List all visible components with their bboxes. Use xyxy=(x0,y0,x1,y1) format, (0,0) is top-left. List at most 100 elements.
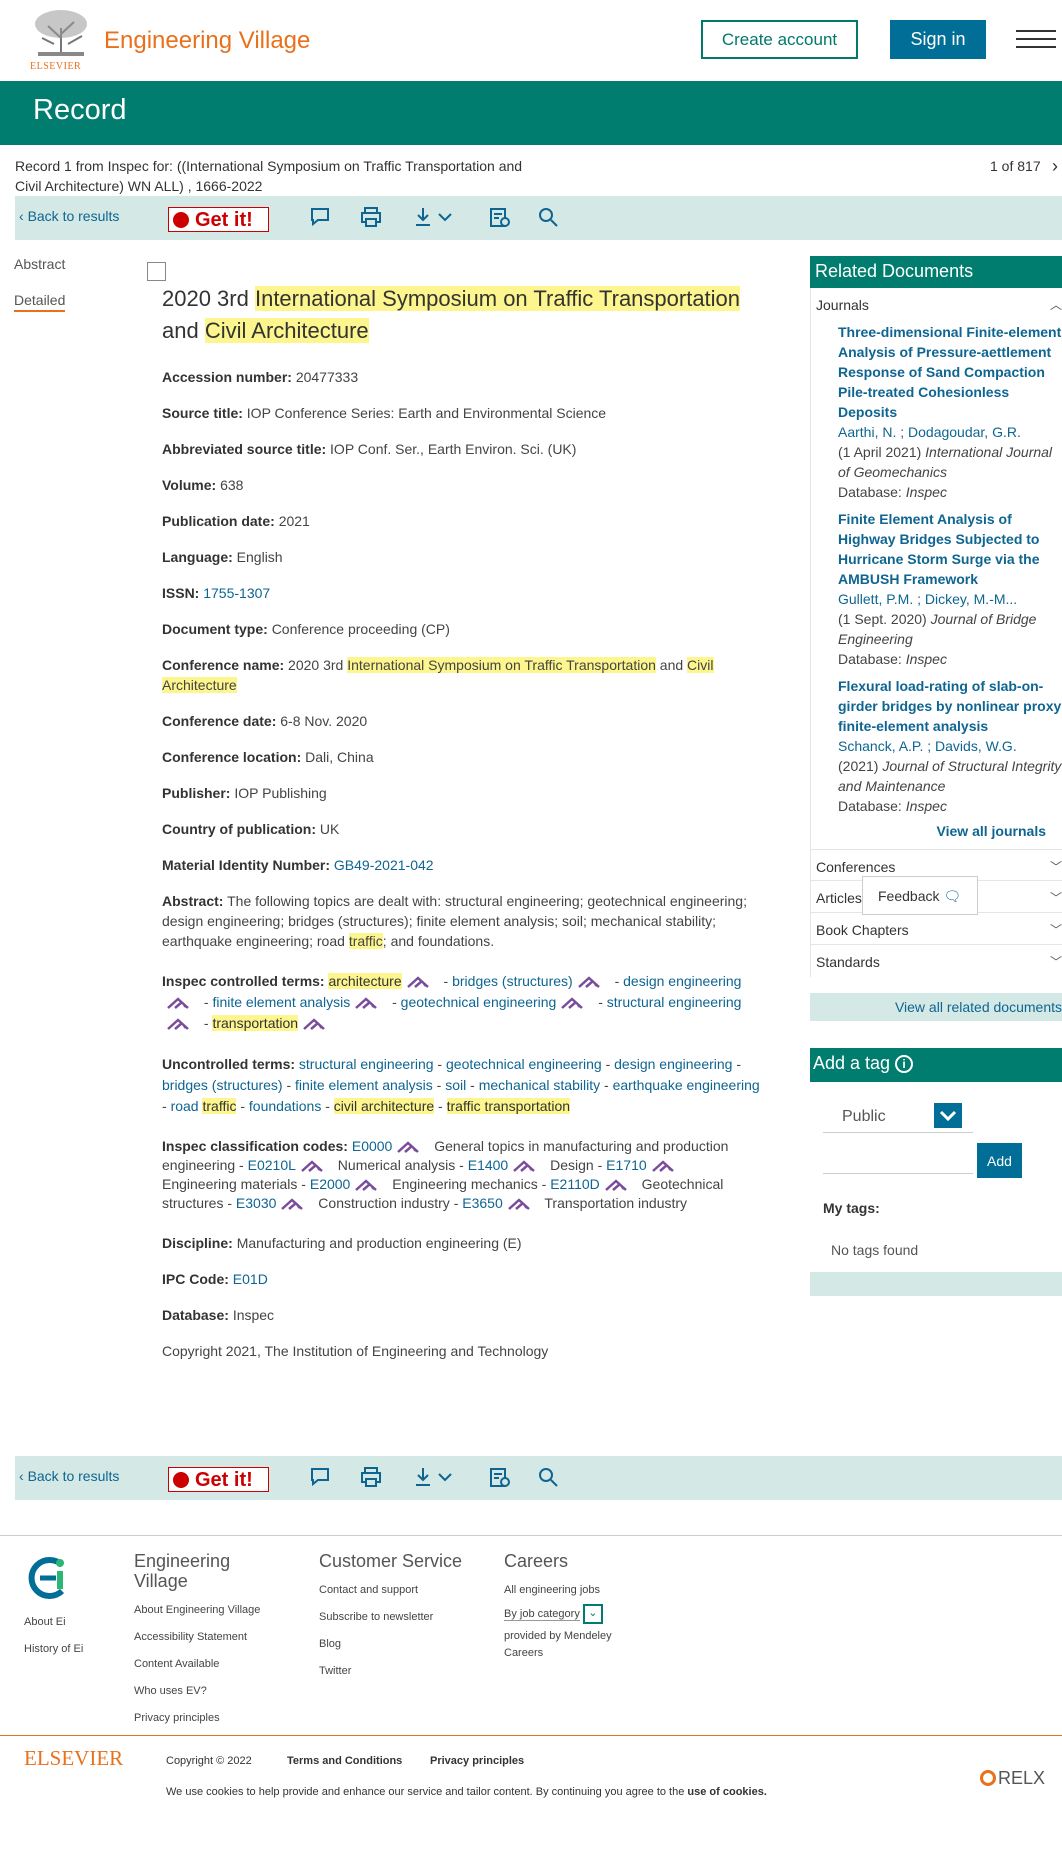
comment-icon[interactable] xyxy=(308,205,332,229)
code-tree-icon[interactable] xyxy=(354,1179,384,1192)
controlled-term[interactable]: bridges (structures) xyxy=(452,973,573,989)
sign-in-button[interactable]: Sign in xyxy=(890,20,986,59)
chevron-down-icon[interactable]: ﹀ xyxy=(1050,889,1062,906)
uncontrolled-term[interactable]: structural engineering xyxy=(299,1056,434,1072)
privacy-link[interactable]: Privacy principles xyxy=(430,1755,524,1767)
next-record-icon[interactable]: › xyxy=(1052,156,1058,177)
controlled-term[interactable]: structural engineering xyxy=(607,994,742,1010)
footer-link[interactable]: All engineering jobs xyxy=(504,1577,644,1604)
classification-code[interactable]: E0210L xyxy=(248,1157,296,1173)
classification-code[interactable]: E3650 xyxy=(462,1195,502,1211)
elsevier-footer-logo[interactable]: ELSEVIER xyxy=(24,1746,123,1771)
related-item-title[interactable]: Three-dimensional Finite-element Analysi… xyxy=(838,322,1062,422)
back-to-results-link[interactable]: ‹ Back to results xyxy=(19,208,119,224)
term-tree-icon[interactable] xyxy=(166,1018,196,1031)
classification-code[interactable]: E2000 xyxy=(310,1176,350,1192)
term-tree-icon[interactable] xyxy=(166,997,196,1010)
view-all-related-link[interactable]: View all related documents xyxy=(810,993,1062,1021)
controlled-term[interactable]: design engineering xyxy=(623,973,741,989)
history-ei-link[interactable]: History of Ei xyxy=(24,1636,83,1663)
section-journals[interactable]: Journals ︿ xyxy=(811,288,1062,320)
uncontrolled-term[interactable]: finite element analysis xyxy=(295,1077,433,1093)
related-item-title[interactable]: Flexural load-rating of slab-on-girder b… xyxy=(838,676,1062,736)
download-icon[interactable] xyxy=(413,205,457,229)
comment-icon[interactable] xyxy=(308,1465,332,1489)
nav-detailed[interactable]: Detailed xyxy=(14,292,66,312)
controlled-term[interactable]: finite element analysis xyxy=(212,994,350,1010)
chevron-down-icon[interactable]: ﹀ xyxy=(1050,921,1062,938)
about-ei-link[interactable]: About Ei xyxy=(24,1609,83,1636)
uncontrolled-term[interactable]: foundations xyxy=(249,1098,321,1114)
brand-name[interactable]: Engineering Village xyxy=(104,27,310,55)
uncontrolled-term[interactable]: geotechnical engineering xyxy=(446,1056,602,1072)
code-tree-icon[interactable] xyxy=(396,1141,426,1154)
chevron-up-icon[interactable]: ︿ xyxy=(1050,296,1062,313)
chevron-down-icon[interactable]: ﹀ xyxy=(1050,953,1062,970)
term-tree-icon[interactable] xyxy=(406,976,436,989)
footer-link[interactable]: About Engineering Village xyxy=(134,1597,284,1624)
code-tree-icon[interactable] xyxy=(280,1198,310,1211)
related-item-authors[interactable]: Schanck, A.P. ; Davids, W.G. xyxy=(838,738,1017,754)
uncontrolled-term[interactable]: design engineering xyxy=(614,1056,732,1072)
term-tree-icon[interactable] xyxy=(560,997,590,1010)
select-record-checkbox[interactable] xyxy=(147,262,166,281)
save-to-folder-icon[interactable] xyxy=(488,1465,512,1489)
classification-code[interactable]: E1400 xyxy=(468,1157,508,1173)
back-to-results-link[interactable]: ‹ Back to results xyxy=(19,1468,119,1484)
tag-input[interactable] xyxy=(823,1150,973,1174)
classification-code[interactable]: E1710 xyxy=(606,1157,646,1173)
print-icon[interactable] xyxy=(359,1465,383,1489)
footer-link[interactable]: Subscribe to newsletter xyxy=(319,1604,479,1631)
print-icon[interactable] xyxy=(359,205,383,229)
search-icon[interactable] xyxy=(536,205,560,229)
related-item-authors[interactable]: Gullett, P.M. ; Dickey, M.-M... xyxy=(838,591,1017,607)
term-tree-icon[interactable] xyxy=(577,976,607,989)
uncontrolled-term[interactable]: soil xyxy=(445,1077,466,1093)
get-it-button[interactable]: Get it! xyxy=(168,207,269,232)
nav-abstract[interactable]: Abstract xyxy=(14,256,65,272)
code-tree-icon[interactable] xyxy=(300,1160,330,1173)
ipc-code-link[interactable]: E01D xyxy=(233,1271,268,1287)
uncontrolled-term[interactable]: road traffic xyxy=(171,1098,237,1114)
term-tree-icon[interactable] xyxy=(302,1018,332,1031)
code-tree-icon[interactable] xyxy=(651,1160,681,1173)
search-icon[interactable] xyxy=(536,1465,560,1489)
issn-link[interactable]: 1755-1307 xyxy=(203,585,270,601)
info-icon[interactable]: i xyxy=(895,1055,914,1073)
chevron-down-icon[interactable]: ﹀ xyxy=(1050,858,1062,875)
related-item-title[interactable]: Finite Element Analysis of Highway Bridg… xyxy=(838,509,1062,589)
save-to-folder-icon[interactable] xyxy=(488,205,512,229)
add-tag-button[interactable]: Add xyxy=(977,1143,1022,1178)
uncontrolled-term[interactable]: bridges (structures) xyxy=(162,1077,283,1093)
chevron-down-icon[interactable] xyxy=(934,1103,962,1128)
feedback-button[interactable]: Feedback 🗨 xyxy=(862,876,978,915)
use-of-cookies-link[interactable]: use of cookies. xyxy=(687,1786,766,1798)
footer-link[interactable]: Contact and support xyxy=(319,1577,479,1604)
terms-link[interactable]: Terms and Conditions xyxy=(287,1755,402,1767)
material-id-link[interactable]: GB49-2021-042 xyxy=(334,857,434,873)
section-book-chapters[interactable]: Book Chapters ﹀ xyxy=(811,913,1062,945)
hamburger-menu-icon[interactable] xyxy=(1016,30,1056,50)
uncontrolled-term[interactable]: mechanical stability xyxy=(479,1077,600,1093)
get-it-button[interactable]: Get it! xyxy=(168,1467,269,1492)
job-category-select[interactable]: By job category ⌄ xyxy=(504,1604,644,1625)
uncontrolled-term[interactable]: earthquake engineering xyxy=(613,1077,760,1093)
term-tree-icon[interactable] xyxy=(354,997,384,1010)
footer-link[interactable]: Accessibility Statement xyxy=(134,1624,284,1651)
download-icon[interactable] xyxy=(413,1465,457,1489)
controlled-term[interactable]: transportation xyxy=(212,1015,299,1031)
footer-link[interactable]: Who uses EV? xyxy=(134,1678,284,1705)
classification-code[interactable]: E3030 xyxy=(236,1195,276,1211)
uncontrolled-term[interactable]: traffic transportation xyxy=(446,1098,571,1114)
footer-link[interactable]: Content Available xyxy=(134,1651,284,1678)
controlled-term[interactable]: architecture xyxy=(328,973,402,989)
elsevier-tree-logo-icon[interactable] xyxy=(30,8,92,58)
controlled-term[interactable]: geotechnical engineering xyxy=(401,994,557,1010)
footer-link[interactable]: Privacy principles xyxy=(134,1705,284,1732)
code-tree-icon[interactable] xyxy=(512,1160,542,1173)
code-tree-icon[interactable] xyxy=(507,1198,537,1211)
ei-logo-icon[interactable] xyxy=(24,1555,70,1601)
footer-link[interactable]: Blog xyxy=(319,1631,479,1658)
classification-code[interactable]: E0000 xyxy=(352,1138,392,1154)
related-item-authors[interactable]: Aarthi, N. ; Dodagoudar, G.R. xyxy=(838,424,1021,440)
